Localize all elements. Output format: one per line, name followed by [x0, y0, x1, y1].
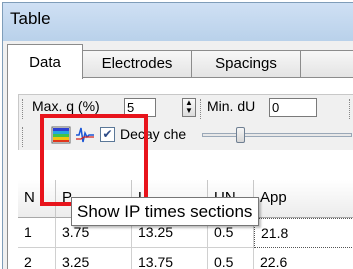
decay-slider-track[interactable]: [202, 133, 352, 137]
toolbar-grip[interactable]: [22, 127, 25, 147]
table-cell[interactable]: 21.8: [254, 218, 353, 248]
tab-electrodes[interactable]: Electrodes: [82, 50, 192, 78]
toolbar-grip[interactable]: [200, 99, 203, 119]
decay-slider-thumb[interactable]: [235, 127, 245, 143]
min-du-input[interactable]: 0: [269, 98, 317, 117]
table-cell[interactable]: 2: [18, 248, 56, 269]
window-title: Table: [10, 9, 51, 28]
table-cell[interactable]: 22.6: [254, 248, 353, 269]
tooltip: Show IP times sections: [71, 197, 259, 226]
tab-data[interactable]: Data: [7, 44, 83, 79]
tab-overflow[interactable]: [300, 50, 353, 78]
table-cell[interactable]: 1: [18, 218, 56, 248]
toolbar-grip[interactable]: [22, 99, 25, 119]
tab-spacings[interactable]: Spacings: [191, 50, 301, 78]
min-du-label: Min. dU: [207, 98, 256, 114]
max-q-label: Max. q (%): [32, 98, 100, 114]
toolbar-grip[interactable]: [349, 99, 352, 119]
title-bar[interactable]: Table: [3, 3, 353, 41]
table-cell[interactable]: 0.5: [208, 248, 254, 269]
tab-strip: Data Electrodes Spacings: [7, 44, 353, 79]
max-q-spinner[interactable]: ▲ ▼: [182, 98, 196, 117]
highlight-box: [40, 114, 148, 206]
column-header-app[interactable]: App: [254, 180, 353, 218]
table-cell[interactable]: 3.25: [56, 248, 132, 269]
table-cell[interactable]: 13.75: [132, 248, 208, 269]
